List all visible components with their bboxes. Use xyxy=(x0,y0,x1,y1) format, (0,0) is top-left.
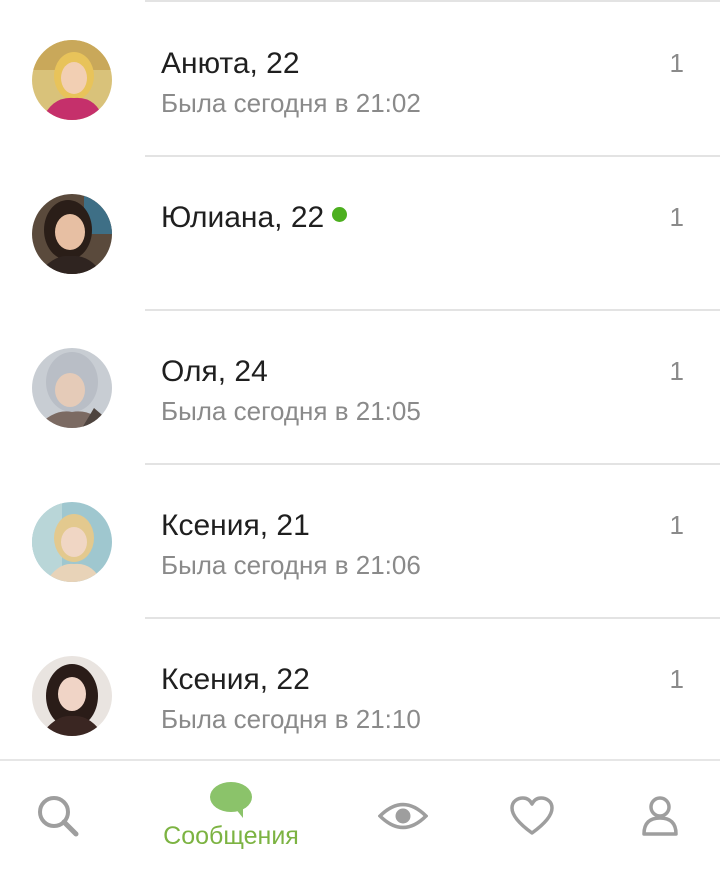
eye-icon xyxy=(378,799,428,833)
list-item[interactable]: Оля, 24 Была сегодня в 21:05 1 xyxy=(0,310,720,464)
conversation-list: Анюта, 22 Была сегодня в 21:02 1 Юлиана,… xyxy=(0,0,720,760)
unread-count: 1 xyxy=(669,510,684,540)
nav-likes[interactable] xyxy=(492,761,572,871)
nav-search[interactable] xyxy=(18,761,98,871)
contact-name: Ксения, 22 xyxy=(161,663,310,696)
last-seen-status: Была сегодня в 21:10 xyxy=(161,704,421,734)
nav-messages[interactable]: Сообщения xyxy=(140,761,322,871)
heart-icon xyxy=(510,796,554,836)
nav-messages-label: Сообщения xyxy=(163,822,299,850)
unread-count: 1 xyxy=(669,48,684,78)
last-seen-status: Была сегодня в 21:02 xyxy=(161,88,421,118)
unread-count: 1 xyxy=(669,356,684,386)
nav-views[interactable] xyxy=(362,761,444,871)
avatar[interactable] xyxy=(32,348,112,428)
avatar[interactable] xyxy=(32,502,112,582)
list-item[interactable]: Анюта, 22 Была сегодня в 21:02 1 xyxy=(0,2,720,156)
profile-icon xyxy=(641,796,679,836)
search-icon xyxy=(36,794,80,838)
list-item[interactable]: Ксения, 21 Была сегодня в 21:06 1 xyxy=(0,464,720,618)
contact-name-line: Ксения, 21 xyxy=(161,508,310,544)
unread-count: 1 xyxy=(669,202,684,232)
contact-name-line: Анюта, 22 xyxy=(161,46,300,82)
bottom-navigation: Сообщения xyxy=(0,759,720,873)
chat-bubble-icon xyxy=(209,781,253,819)
contact-name-line: Ксения, 22 xyxy=(161,662,310,698)
contact-name-line: Юлиана, 22 xyxy=(161,200,348,236)
avatar[interactable] xyxy=(32,194,112,274)
avatar[interactable] xyxy=(32,656,112,736)
avatar[interactable] xyxy=(32,40,112,120)
contact-name: Ксения, 21 xyxy=(161,509,310,542)
last-seen-status: Была сегодня в 21:06 xyxy=(161,550,421,580)
list-item[interactable]: Юлиана, 22 1 xyxy=(0,156,720,310)
online-indicator xyxy=(332,206,348,222)
contact-name-line: Оля, 24 xyxy=(161,354,268,390)
contact-name: Юлиана, 22 xyxy=(161,201,325,234)
last-seen-status: Была сегодня в 21:05 xyxy=(161,396,421,426)
list-item[interactable]: Ксения, 22 Была сегодня в 21:10 1 xyxy=(0,618,720,760)
contact-name: Оля, 24 xyxy=(161,355,268,388)
nav-profile[interactable] xyxy=(620,761,700,871)
contact-name: Анюта, 22 xyxy=(161,47,300,80)
unread-count: 1 xyxy=(669,664,684,694)
